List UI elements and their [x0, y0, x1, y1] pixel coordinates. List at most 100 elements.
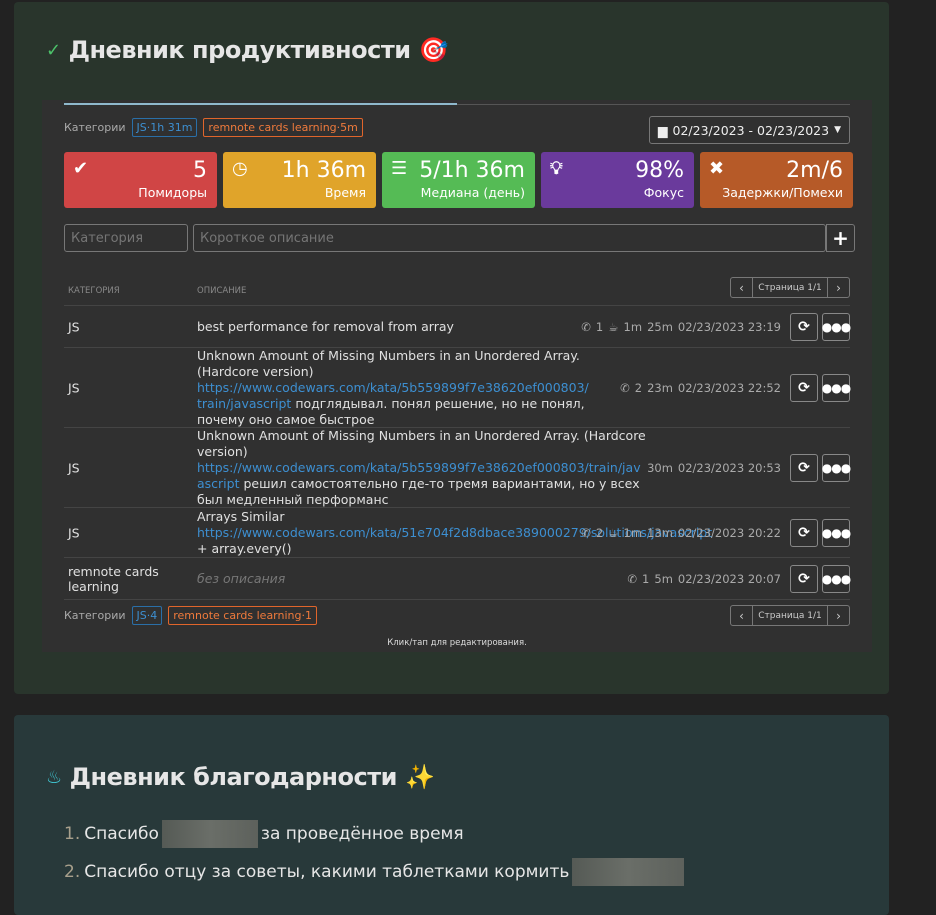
- calls-count: 2: [595, 525, 604, 540]
- stat-value: 2m/6: [786, 158, 843, 183]
- edit-hint: Клик/тап для редактирования.: [387, 638, 527, 648]
- list-icon: ☰: [391, 158, 408, 179]
- sparkles-emoji-icon: ✨: [404, 763, 435, 791]
- stat-label: Помидоры: [138, 185, 207, 200]
- calendar-icon: ▆: [657, 122, 668, 138]
- productivity-title: Дневник продуктивности: [68, 36, 411, 64]
- row-category: JS: [68, 460, 80, 475]
- column-description: ОПИСАНИЕ: [197, 286, 247, 296]
- date-range-value: 02/23/2023 - 02/23/2023: [672, 122, 830, 138]
- active-tab-indicator: [64, 103, 457, 105]
- calls-count: 2: [634, 380, 643, 395]
- table-row[interactable]: JS Unknown Amount of Missing Numbers in …: [64, 428, 851, 508]
- break-time: 1m: [623, 525, 643, 540]
- phone-icon: ✆: [620, 380, 630, 395]
- datetime: 02/23/2023 20:07: [677, 571, 781, 586]
- item-text-end: за проведённое время: [260, 824, 464, 844]
- next-page-button[interactable]: ›: [828, 606, 849, 625]
- stat-time: ◷ 1h 36m Время: [223, 152, 376, 208]
- more-button[interactable]: ●●●: [822, 518, 851, 547]
- row-description: Unknown Amount of Missing Numbers in an …: [197, 428, 647, 508]
- page-indicator: Страница 1/1: [752, 606, 828, 625]
- gratitude-title: Дневник благодарности: [69, 763, 398, 791]
- phone-icon: ✆: [627, 571, 638, 586]
- description-input[interactable]: [193, 224, 826, 252]
- more-button[interactable]: ●●●: [822, 453, 851, 482]
- row-meta: ✆ 2 23m 02/23/2023 22:52: [615, 381, 781, 395]
- pomodoro-widget: Категории JS·1h 31m remnote cards learni…: [42, 100, 872, 652]
- table-row[interactable]: remnote cards learning без описания ✆ 1 5m…: [64, 558, 851, 600]
- duration: 13m: [647, 525, 673, 540]
- repeat-button[interactable]: ⟳: [790, 312, 818, 341]
- list-item: 2. Спасибо отцу за советы, какими таблетк…: [64, 858, 687, 886]
- row-title: без описания: [197, 570, 286, 586]
- redacted-blur: [161, 820, 258, 848]
- stat-focus: 💡︎ 98% Фокус: [541, 152, 694, 208]
- tab-bar[interactable]: [64, 103, 850, 105]
- row-category: remnote cards learning: [68, 563, 159, 594]
- table-header: КАТЕГОРИЯ ОПИСАНИЕ ‹ Страница 1/1 ›: [64, 276, 850, 306]
- category-tag-js[interactable]: JS·1h 31m: [131, 118, 198, 137]
- check-circle-icon: ✔: [73, 158, 89, 179]
- categories-summary: Категории JS·1h 31m remnote cards learni…: [64, 118, 363, 137]
- table-row[interactable]: JS Unknown Amount of Missing Numbers in …: [64, 348, 851, 428]
- row-meta: ✆ 1 ☕︎ 1m 25m 02/23/2023 23:19: [576, 320, 781, 334]
- category-tag-js[interactable]: JS·4: [131, 606, 163, 625]
- row-note: решил самостоятельно где-то тремя вариан…: [197, 475, 640, 507]
- checkmark-icon: ✓: [46, 39, 61, 61]
- clock-icon: ◷: [232, 158, 248, 179]
- datetime: 02/23/2023 23:19: [677, 319, 781, 334]
- repeat-button[interactable]: ⟳: [790, 564, 818, 593]
- stat-label: Задержки/Помехи: [722, 185, 843, 200]
- date-range-picker[interactable]: ▆ 02/23/2023 - 02/23/2023 ▼: [648, 116, 850, 144]
- row-description: Unknown Amount of Missing Numbers in an …: [197, 348, 589, 428]
- datetime: 02/23/2023 20:22: [677, 525, 781, 540]
- prev-page-button[interactable]: ‹: [731, 278, 752, 297]
- prev-page-button[interactable]: ‹: [731, 606, 752, 625]
- repeat-button[interactable]: ⟳: [790, 518, 818, 547]
- next-page-button[interactable]: ›: [828, 278, 849, 297]
- stat-pomodoros: ✔ 5 Помидоры: [64, 152, 217, 208]
- page-indicator: Страница 1/1: [752, 278, 828, 297]
- stat-median: ☰ 5/1h 36m Медиана (день): [382, 152, 535, 208]
- stats-row: ✔ 5 Помидоры ◷ 1h 36m Время ☰ 5/1h 36m Медиана…: [64, 152, 853, 208]
- row-title: best performance for removal from array: [197, 318, 454, 334]
- table-row[interactable]: JS Arrays Similar https://www.codewars.co…: [64, 508, 851, 558]
- category-tag-remnote[interactable]: remnote cards learning·5m: [203, 118, 363, 137]
- redacted-blur: [572, 858, 685, 886]
- calls-count: 1: [595, 319, 604, 334]
- row-description: Arrays Similar https://www.codewars.com/k…: [197, 509, 712, 557]
- phone-icon: ✆: [581, 319, 591, 334]
- datetime: 02/23/2023 20:53: [677, 460, 781, 475]
- lightbulb-icon: 💡︎: [550, 158, 563, 179]
- gratitude-heading: ♨ Дневник благодарности ✨: [46, 763, 435, 791]
- more-button[interactable]: ●●●: [822, 564, 851, 593]
- row-meta: 30m 02/23/2023 20:53: [642, 461, 781, 475]
- row-category: JS: [68, 319, 80, 334]
- category-tag-remnote[interactable]: remnote cards learning·1: [168, 606, 317, 625]
- chevron-down-icon: ▼: [834, 125, 841, 135]
- stat-value: 5: [193, 158, 207, 183]
- pagination-top: ‹ Страница 1/1 ›: [730, 277, 850, 298]
- repeat-button[interactable]: ⟳: [790, 373, 818, 402]
- coffee-icon: ☕︎: [608, 319, 619, 334]
- productivity-card: ✓ Дневник продуктивности 🎯 Категории JS·…: [14, 2, 889, 694]
- stat-interruptions: ✖ 2m/6 Задержки/Помехи: [700, 152, 853, 208]
- repeat-button[interactable]: ⟳: [790, 453, 818, 482]
- stat-value: 5/1h 36m: [419, 158, 525, 183]
- calls-count: 1: [642, 571, 650, 586]
- productivity-heading: ✓ Дневник продуктивности 🎯: [46, 36, 448, 64]
- x-icon: ✖: [709, 158, 725, 179]
- add-entry-button[interactable]: +: [826, 224, 855, 252]
- table-row[interactable]: JS best performance for removal from arr…: [64, 306, 851, 348]
- stat-label: Медиана (день): [420, 185, 525, 200]
- item-text: Спасибо отцу за советы, какими таблеткам…: [84, 862, 570, 882]
- more-button[interactable]: ●●●: [822, 312, 851, 341]
- category-input[interactable]: [64, 224, 188, 252]
- row-meta: ✆ 2 ☕︎ 1m 13m 02/23/2023 20:22: [576, 526, 781, 540]
- more-button[interactable]: ●●●: [822, 373, 851, 402]
- row-title: Unknown Amount of Missing Numbers in an …: [197, 427, 646, 459]
- categories-label: Категории: [64, 609, 126, 622]
- column-category: КАТЕГОРИЯ: [68, 286, 120, 296]
- coffee-icon: ☕︎: [608, 525, 619, 540]
